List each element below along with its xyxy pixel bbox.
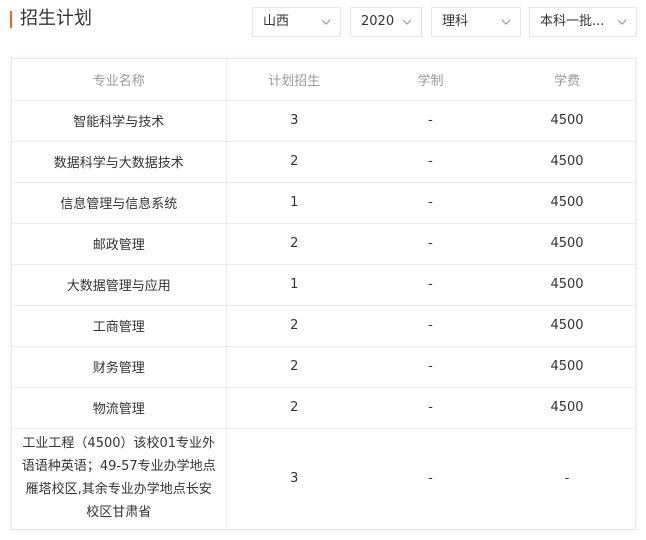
major-cell: 大数据管理与应用 bbox=[12, 264, 227, 306]
table-row: 工商管理 2 - 4500 bbox=[12, 305, 635, 347]
duration-cell: - bbox=[362, 387, 499, 429]
column-header-duration: 学制 bbox=[362, 59, 499, 101]
year-select-value: 2020 bbox=[361, 14, 395, 29]
table-row: 大数据管理与应用 1 - 4500 bbox=[12, 264, 635, 306]
fee-cell: 4500 bbox=[499, 387, 635, 429]
duration-cell: - bbox=[428, 470, 433, 486]
major-cell: 物流管理 bbox=[12, 387, 227, 429]
fee-cell: 4500 bbox=[499, 223, 635, 265]
batch-select-value: 本科一批... bbox=[540, 14, 605, 29]
fee-cell: 4500 bbox=[499, 100, 635, 142]
table-row: 智能科学与技术 3 - 4500 bbox=[12, 100, 635, 142]
province-select[interactable]: 山西 bbox=[252, 7, 341, 37]
plan-cell: 1 bbox=[226, 264, 362, 306]
subject-select[interactable]: 理科 bbox=[431, 7, 521, 37]
plan-cell: 1 bbox=[226, 182, 362, 224]
table-row: 数据科学与大数据技术 2 - 4500 bbox=[12, 141, 635, 183]
table-row: 工业工程（4500）该校01专业外语语种英语；49-57专业办学地点雁塔校区,其… bbox=[12, 428, 635, 528]
duration-cell: - bbox=[362, 141, 499, 183]
chevron-down-icon bbox=[501, 17, 511, 27]
plan-cell: 2 bbox=[226, 305, 362, 347]
plan-cell: 2 bbox=[226, 346, 362, 388]
chevron-down-icon bbox=[617, 17, 627, 27]
title-accent-bar bbox=[10, 11, 12, 28]
plan-cell: 2 bbox=[226, 223, 362, 265]
table-row: 邮政管理 2 - 4500 bbox=[12, 223, 635, 265]
fee-cell: 4500 bbox=[499, 182, 635, 224]
year-select[interactable]: 2020 bbox=[350, 7, 422, 37]
major-cell: 财务管理 bbox=[12, 346, 227, 388]
subject-select-value: 理科 bbox=[442, 14, 469, 29]
province-select-value: 山西 bbox=[263, 14, 290, 29]
fee-cell: 4500 bbox=[499, 264, 635, 306]
duration-cell: - bbox=[362, 223, 499, 265]
column-header-plan: 计划招生 bbox=[226, 59, 362, 101]
duration-cell: - bbox=[362, 182, 499, 224]
major-cell: 智能科学与技术 bbox=[12, 100, 227, 142]
duration-cell: - bbox=[362, 305, 499, 347]
fee-cell: 4500 bbox=[499, 305, 635, 347]
fee-cell: 4500 bbox=[499, 141, 635, 183]
major-cell: 工业工程（4500）该校01专业外语语种英语；49-57专业办学地点雁塔校区,其… bbox=[12, 428, 227, 528]
table-row: 信息管理与信息系统 1 - 4500 bbox=[12, 182, 635, 224]
chevron-down-icon bbox=[402, 17, 412, 27]
plan-cell: 2 bbox=[226, 141, 362, 183]
page-title: 招生计划 bbox=[20, 8, 92, 29]
major-cell: 邮政管理 bbox=[12, 223, 227, 265]
plan-cell: 3 bbox=[226, 100, 362, 142]
plan-cell: 3 bbox=[290, 470, 299, 486]
duration-cell: - bbox=[362, 100, 499, 142]
duration-cell: - bbox=[362, 264, 499, 306]
plan-cell: 2 bbox=[226, 387, 362, 429]
table-header-row: 专业名称 计划招生 学制 学费 bbox=[12, 59, 635, 101]
major-cell: 数据科学与大数据技术 bbox=[12, 141, 227, 183]
major-cell: 信息管理与信息系统 bbox=[12, 182, 227, 224]
table-row: 财务管理 2 - 4500 bbox=[12, 346, 635, 388]
enrollment-plan-table: 专业名称 计划招生 学制 学费 智能科学与技术 3 - 4500 数据科学与大数… bbox=[11, 58, 636, 530]
major-cell: 工商管理 bbox=[12, 305, 227, 347]
column-header-major: 专业名称 bbox=[12, 59, 227, 101]
column-header-fee: 学费 bbox=[499, 59, 635, 101]
batch-select[interactable]: 本科一批... bbox=[529, 7, 637, 37]
table-row: 物流管理 2 - 4500 bbox=[12, 387, 635, 429]
duration-cell: - bbox=[362, 346, 499, 388]
chevron-down-icon bbox=[321, 17, 331, 27]
fee-cell: 4500 bbox=[499, 346, 635, 388]
page-header: 招生计划 山西 2020 理科 本科一批... bbox=[0, 0, 646, 42]
fee-cell: - bbox=[564, 470, 570, 486]
